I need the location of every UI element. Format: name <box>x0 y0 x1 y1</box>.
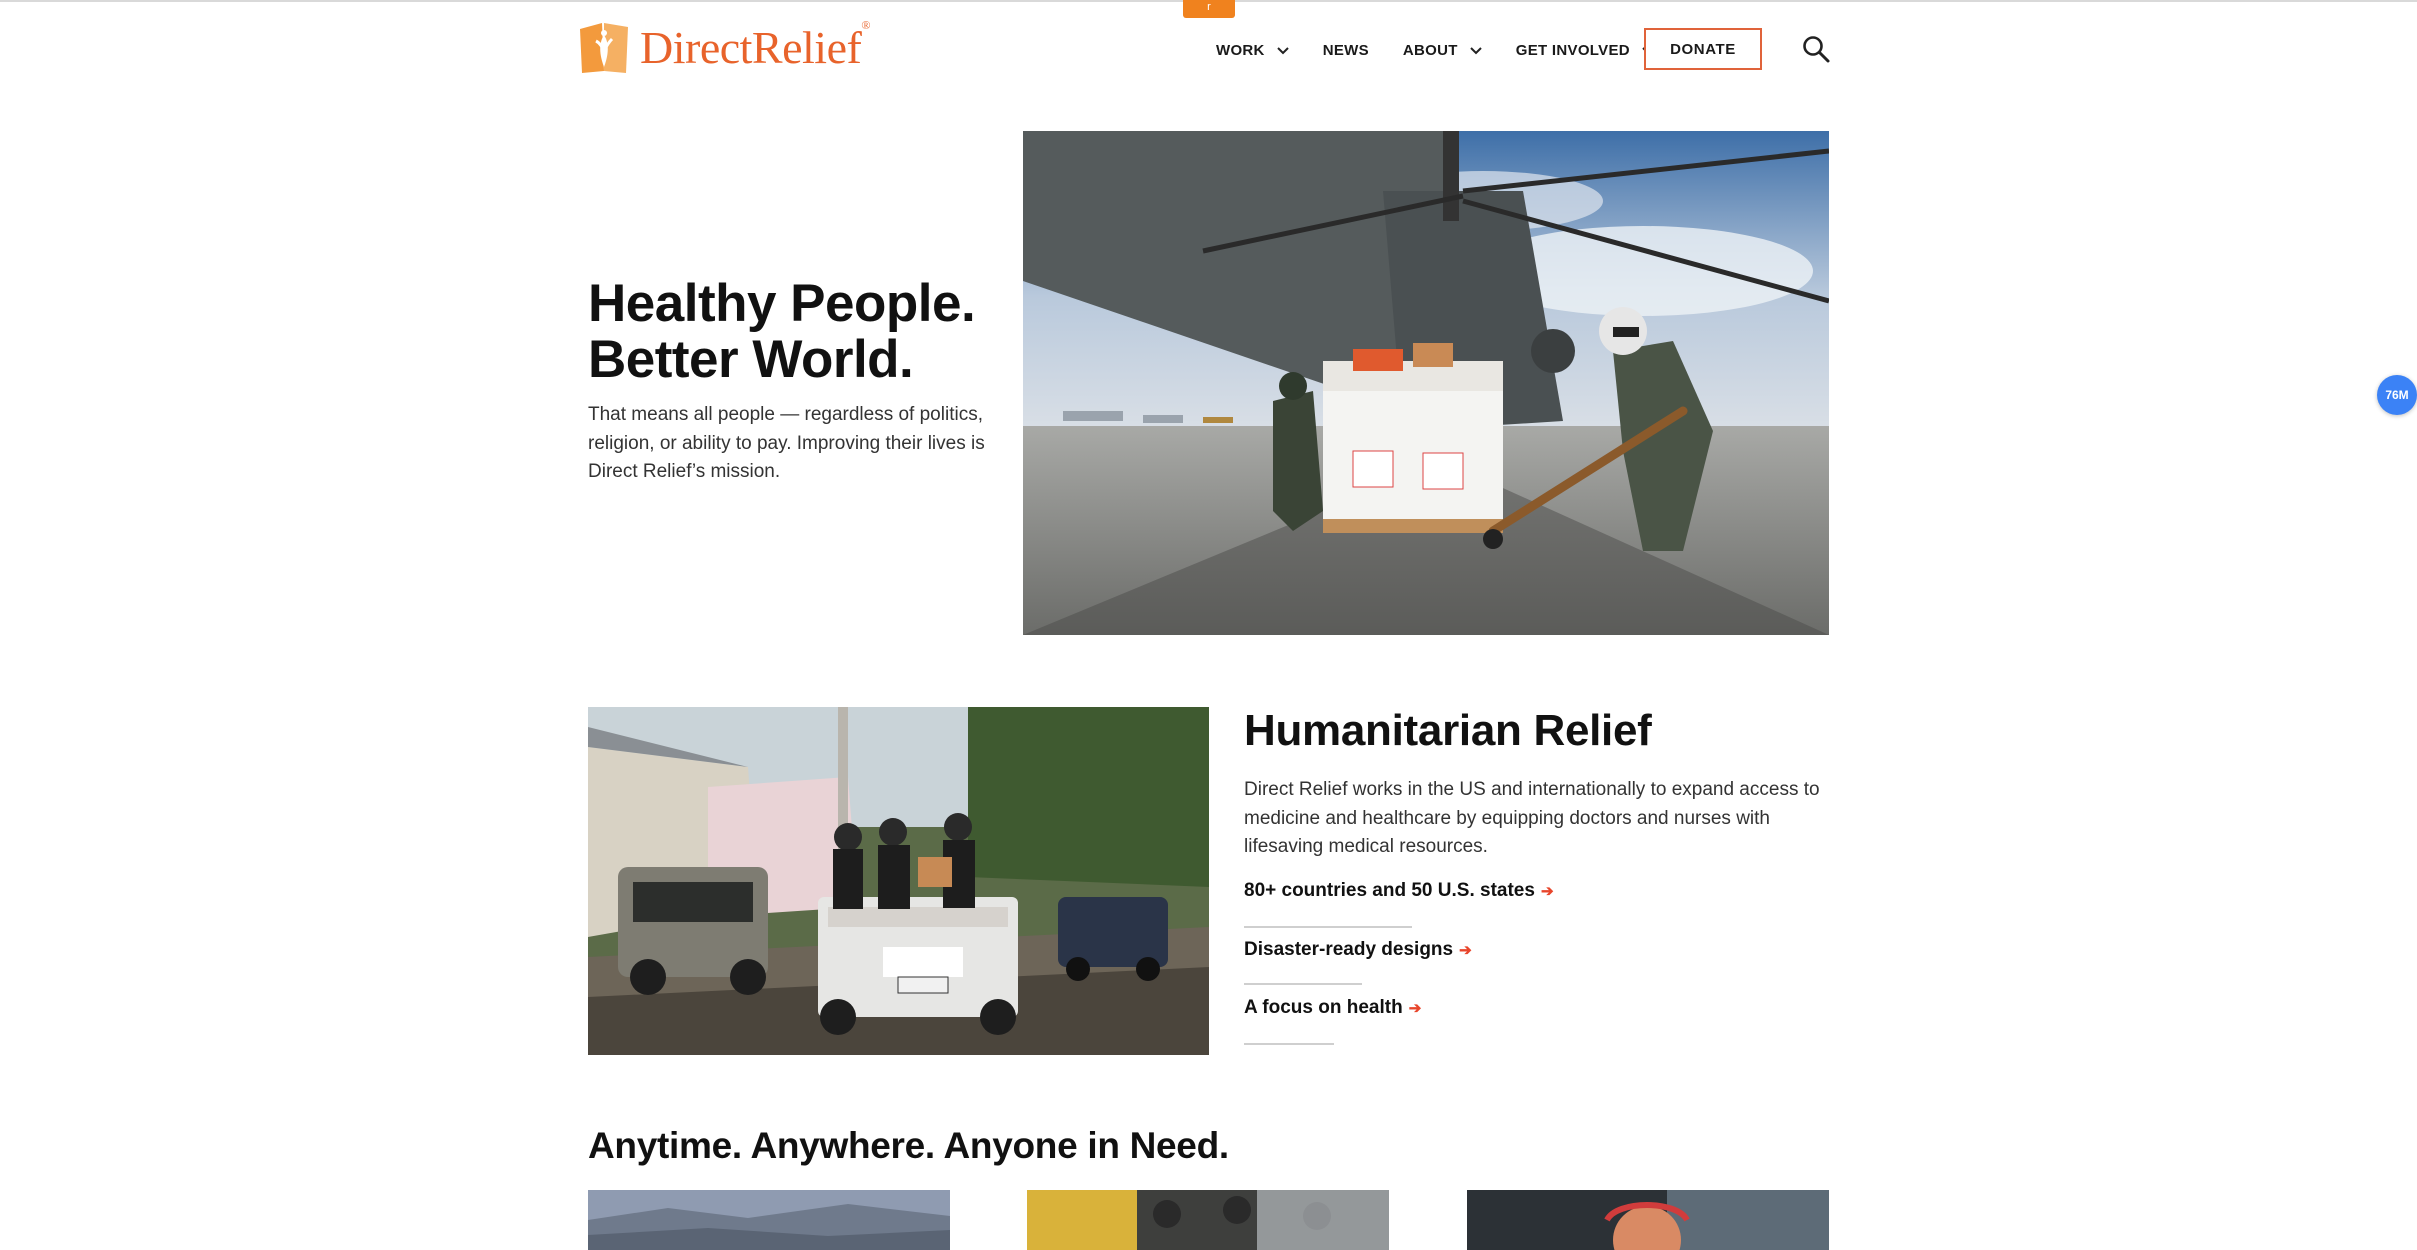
link-divider <box>1244 983 1362 985</box>
search-icon[interactable] <box>1800 33 1832 65</box>
hero-description: That means all people — regardless of po… <box>588 404 985 482</box>
link-countries-states[interactable]: 80+ countries and 50 U.S. states ➔ <box>1244 880 1554 902</box>
arrow-right-icon: ➔ <box>1540 883 1554 900</box>
nav-item-news[interactable]: NEWS <box>1323 42 1369 59</box>
main-nav: WORK NEWS ABOUT GET INVOLVED <box>1216 38 1688 62</box>
side-badge[interactable]: 76M <box>2377 375 2417 415</box>
link-focus-on-health-label: A focus on health <box>1244 997 1403 1018</box>
top-tab[interactable]: r <box>1183 0 1235 18</box>
hero-title-line-1: Healthy People. <box>588 274 976 333</box>
relief-truck-image <box>588 707 1209 1055</box>
anytime-anywhere-title: Anytime. Anywhere. Anyone in Need. <box>588 1125 1229 1166</box>
card-image-2[interactable] <box>1027 1190 1389 1250</box>
nav-item-about[interactable]: ABOUT <box>1403 42 1482 59</box>
nav-item-get-involved-label: GET INVOLVED <box>1515 41 1630 59</box>
nav-item-news-label: NEWS <box>1322 41 1369 59</box>
chevron-down-icon <box>1276 42 1289 59</box>
chevron-down-icon <box>1470 42 1482 59</box>
humanitarian-relief-title: Humanitarian Relief <box>1244 706 1652 755</box>
logo[interactable]: DirectRelief® <box>578 18 870 76</box>
arrow-right-icon: ➔ <box>1459 942 1472 959</box>
link-focus-on-health[interactable]: A focus on health ➔ <box>1244 997 1421 1019</box>
hero-title: Healthy People. Better World. <box>588 276 1008 388</box>
nav-item-get-involved[interactable]: GET INVOLVED <box>1516 42 1654 59</box>
link-disaster-ready[interactable]: Disaster-ready designs ➔ <box>1244 939 1472 961</box>
humanitarian-relief-description: Direct Relief works in the US and intern… <box>1244 779 1820 857</box>
link-disaster-ready-label: Disaster-ready designs <box>1244 939 1454 960</box>
logo-icon <box>580 23 628 73</box>
card-image-1[interactable] <box>588 1190 950 1250</box>
link-divider <box>1244 1043 1334 1045</box>
link-divider <box>1244 926 1412 928</box>
nav-item-work-label: WORK <box>1216 41 1265 59</box>
donate-button[interactable]: DONATE <box>1644 28 1762 70</box>
hero-title-line-2: Better World. <box>588 330 914 389</box>
hero-helicopter-image <box>1023 131 1829 635</box>
link-countries-states-label: 80+ countries and 50 U.S. states <box>1244 880 1535 901</box>
card-image-3[interactable] <box>1467 1190 1829 1250</box>
nav-item-work[interactable]: WORK <box>1216 42 1289 59</box>
nav-item-about-label: ABOUT <box>1402 41 1458 59</box>
arrow-right-icon: ➔ <box>1408 1000 1422 1017</box>
logo-text: DirectRelief® <box>640 18 870 73</box>
